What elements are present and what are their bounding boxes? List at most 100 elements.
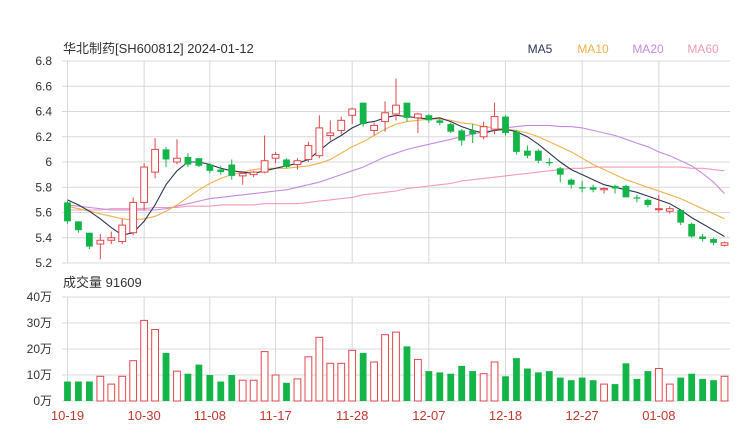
volume-bar-up xyxy=(293,378,302,402)
chart-title: 华北制药[SH600812] 2024-01-12 xyxy=(63,41,254,56)
x-tick-label: 12-27 xyxy=(566,408,599,423)
candle-down xyxy=(534,149,542,164)
candle-up xyxy=(381,101,389,132)
candle-up xyxy=(490,102,499,135)
x-axis: 10-19 10-30 11-08 11-17 11-28 12-07 12-18 12-27… xyxy=(51,408,676,423)
candle-body xyxy=(85,232,93,247)
candle-down xyxy=(633,194,641,203)
candle-body xyxy=(238,172,247,177)
ma10-line xyxy=(67,118,725,221)
x-tick-label: 12-18 xyxy=(489,408,522,423)
volume-bar-up xyxy=(107,383,116,402)
volume-bar-down xyxy=(578,377,586,401)
candle-body xyxy=(217,169,225,173)
volume-bar-down xyxy=(677,377,685,401)
volume-bar-down xyxy=(688,373,696,401)
volume-bar-down xyxy=(162,352,170,401)
candle-body xyxy=(545,162,553,164)
volume-y-tick-label: 30万 xyxy=(27,316,52,330)
x-tick-label: 11-17 xyxy=(259,408,291,423)
candle-body xyxy=(720,242,729,246)
candle-up xyxy=(720,241,729,247)
price-y-tick-label: 5.4 xyxy=(35,231,52,245)
candle-body xyxy=(381,112,389,123)
candle-body xyxy=(370,124,378,131)
volume-bar-up xyxy=(337,362,346,402)
volume-bar-down xyxy=(556,377,564,401)
candle-body xyxy=(260,160,269,173)
candle-body xyxy=(414,113,422,119)
x-tick-label: 11-08 xyxy=(194,408,226,423)
volume-bar-up xyxy=(96,375,105,402)
candle-body xyxy=(249,171,258,176)
candle-down xyxy=(447,122,455,133)
volume-bar-down xyxy=(458,365,466,401)
candle-down xyxy=(469,124,477,144)
candle-up xyxy=(140,163,149,210)
candle-body xyxy=(206,164,214,171)
candle-up xyxy=(348,107,357,125)
volume-bars xyxy=(64,319,729,402)
price-y-tick-label: 5.2 xyxy=(35,256,52,270)
volume-bar-down xyxy=(85,381,93,401)
candle-down xyxy=(556,167,564,183)
candle-body xyxy=(326,132,335,136)
candle-up xyxy=(151,138,159,179)
volume-bar-up xyxy=(490,361,499,402)
volume-bar-up xyxy=(392,331,400,402)
candle-body xyxy=(524,150,531,156)
volume-bar-up xyxy=(370,361,378,402)
candle-body xyxy=(348,108,357,116)
volume-bar-up xyxy=(665,383,674,402)
volume-bar-down xyxy=(359,352,367,401)
volume-bar-down xyxy=(710,380,717,401)
x-tick-label: 12-07 xyxy=(412,408,445,423)
price-y-tick-label: 6.2 xyxy=(35,130,52,144)
volume-bar-down xyxy=(283,382,290,401)
price-y-tick-label: 6.8 xyxy=(35,54,52,68)
volume-bar-down xyxy=(502,376,509,401)
volume-bar-down xyxy=(64,381,71,401)
candle-body xyxy=(96,239,105,245)
candle-up xyxy=(129,197,138,236)
candle-body xyxy=(304,145,313,160)
volume-bar-down xyxy=(534,372,542,401)
candle-up xyxy=(260,135,269,174)
volume-bar-down xyxy=(217,381,225,401)
legend-ma5: MA5 xyxy=(528,42,553,56)
volume-bar-down xyxy=(75,381,82,401)
candle-body xyxy=(118,224,127,243)
candle-body xyxy=(644,199,652,205)
candle-down xyxy=(425,114,433,123)
volume-bar-down xyxy=(228,375,236,401)
candle-body xyxy=(315,127,324,157)
candle-up xyxy=(107,231,116,245)
volume-bar-down xyxy=(195,364,203,401)
legend-ma10: MA10 xyxy=(577,42,609,56)
candle-body xyxy=(665,208,674,212)
volume-bar-up xyxy=(326,362,335,402)
candle-body xyxy=(392,104,400,115)
volume-bar-down xyxy=(184,373,192,401)
volume-y-tick-label: 20万 xyxy=(27,342,52,356)
candle-down xyxy=(578,180,586,193)
volume-bar-down xyxy=(513,358,520,401)
candle-body xyxy=(710,239,717,243)
ma5-line xyxy=(67,114,725,237)
candle-up xyxy=(479,121,488,140)
candle-up xyxy=(249,170,258,178)
volume-bar-up xyxy=(173,370,181,402)
candle-down xyxy=(283,158,290,169)
moving-average-lines xyxy=(67,114,725,237)
volume-bar-up xyxy=(720,375,729,402)
price-y-tick-label: 6.4 xyxy=(35,105,52,119)
candle-down xyxy=(403,102,411,122)
candle-body xyxy=(458,130,466,141)
candle-down xyxy=(710,237,717,246)
candle-body xyxy=(337,119,346,131)
legend: MA5 MA10 MA20 MA60 xyxy=(528,42,719,56)
volume-bar-up xyxy=(238,379,247,402)
candle-down xyxy=(458,129,466,146)
volume-bar-up xyxy=(479,373,488,402)
candle-body xyxy=(589,187,597,190)
